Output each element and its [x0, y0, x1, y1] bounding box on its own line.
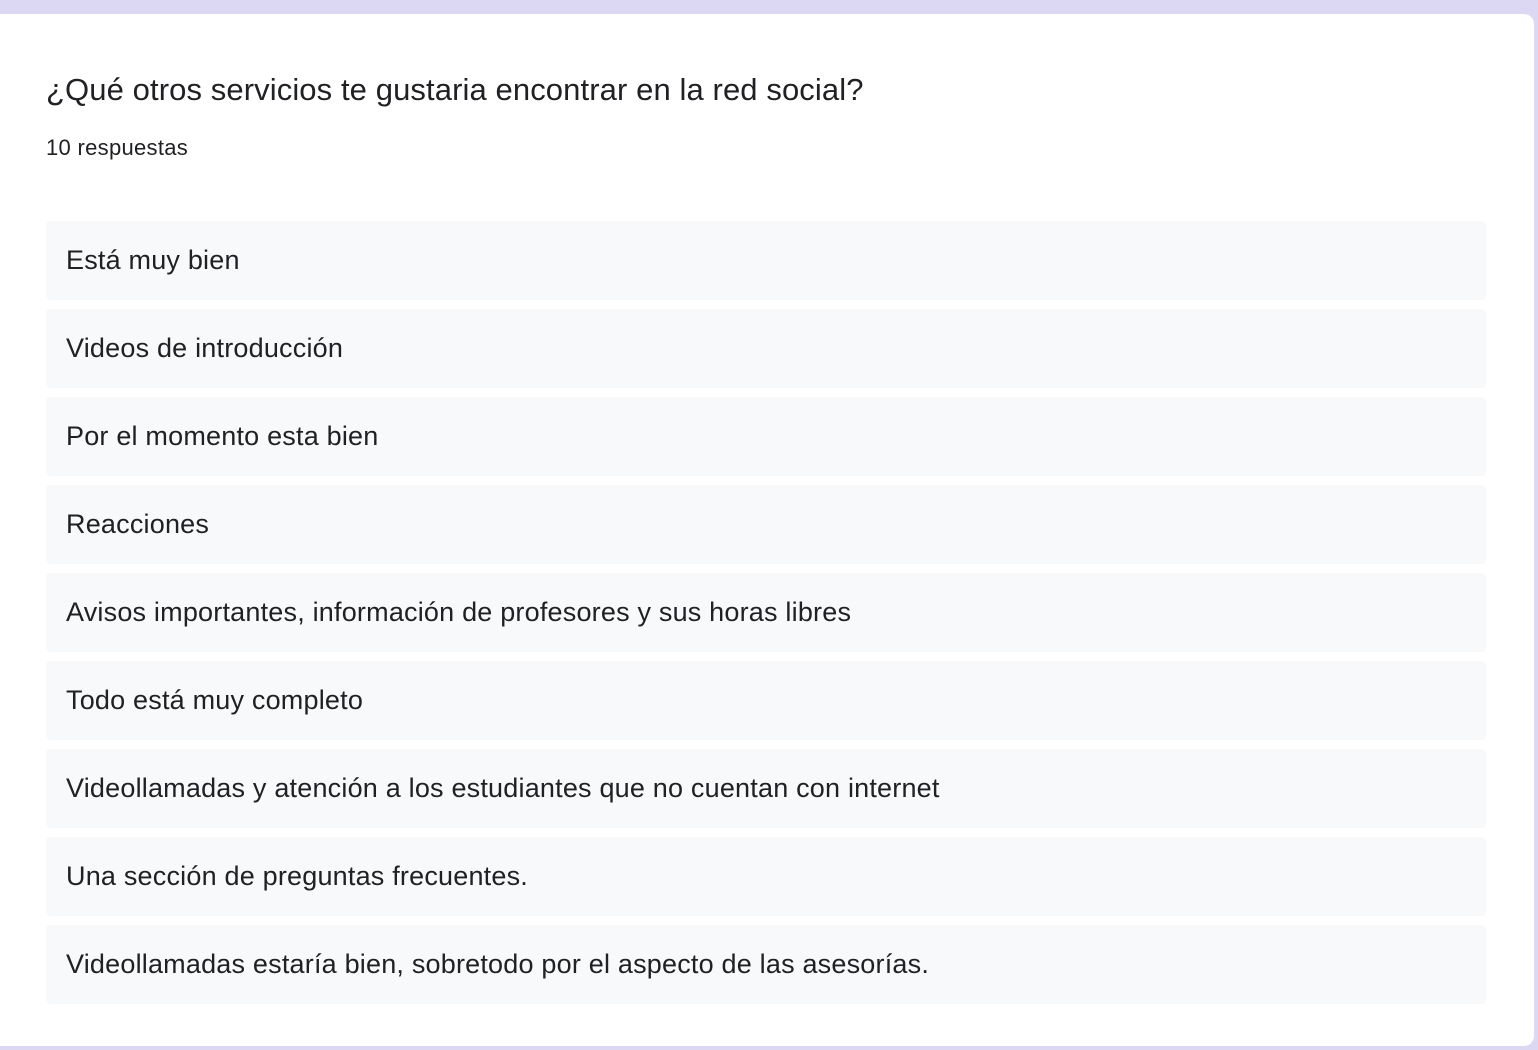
response-list: Está muy bien Videos de introducción Por… [46, 221, 1486, 1013]
response-item: Una sección de preguntas frecuentes. [46, 837, 1486, 916]
question-title: ¿Qué otros servicios te gustaria encontr… [46, 72, 864, 107]
response-count: 10 respuestas [46, 135, 189, 160]
response-item: Avisos importantes, información de profe… [46, 573, 1486, 652]
response-item: Todo está muy completo [46, 661, 1486, 740]
response-item: Está muy bien [46, 221, 1486, 300]
response-item: Por el momento esta bien [46, 397, 1486, 476]
question-summary-card: ¿Qué otros servicios te gustaria encontr… [0, 14, 1534, 1046]
response-item: Videollamadas y atención a los estudiant… [46, 749, 1486, 828]
response-item: Videollamadas estaría bien, sobretodo po… [46, 925, 1486, 1004]
response-item: Reacciones [46, 485, 1486, 564]
response-item: Videos de introducción [46, 309, 1486, 388]
